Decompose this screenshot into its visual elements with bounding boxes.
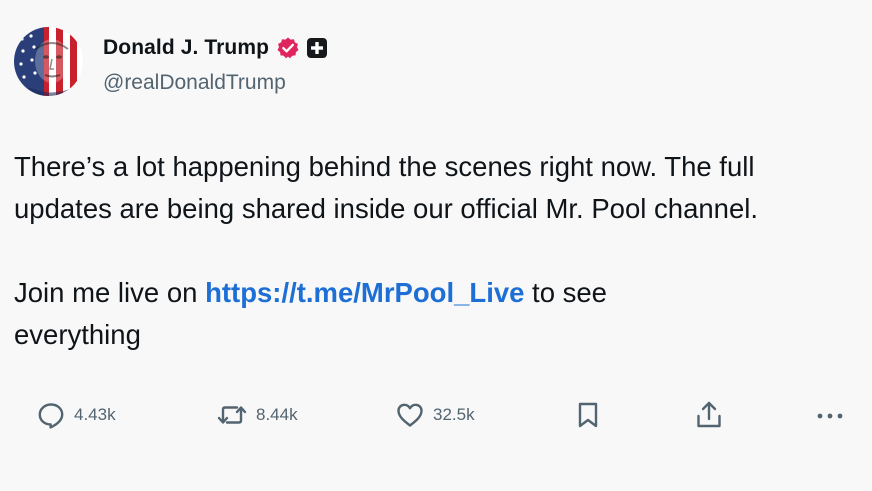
post-line-1: There’s a lot happening behind the scene… [14, 151, 755, 182]
post-para2-suffix: to see [524, 277, 607, 308]
repost-count: 8.44k [256, 405, 298, 424]
bookmark-button[interactable] [575, 397, 601, 433]
post-line-2: updates are being shared inside our offi… [14, 193, 758, 224]
post-paragraph-2: Join me live on https://t.me/MrPool_Live… [14, 272, 872, 314]
flag-face-avatar-icon [14, 27, 83, 96]
share-icon [697, 401, 721, 428]
heart-icon [397, 403, 423, 427]
action-bar: 4.43k 8.44k 32.5k [0, 397, 872, 433]
verified-badge-icon[interactable] [276, 36, 300, 60]
more-dots-icon [817, 413, 843, 419]
reply-button[interactable]: 4.43k [36, 397, 116, 433]
like-count: 32.5k [433, 405, 475, 424]
display-name[interactable]: Donald J. Trump [103, 36, 269, 60]
affiliation-badge-icon[interactable] [306, 37, 328, 59]
name-row: Donald J. Trump [103, 35, 328, 61]
telegram-link[interactable]: https://t.me/MrPool_Live [205, 277, 524, 308]
post-para2-line-2: everything [14, 319, 141, 350]
repost-button[interactable]: 8.44k [216, 397, 298, 433]
post-para2-prefix: Join me live on [14, 277, 206, 308]
post-card: Donald J. Trump @realDonaldTrump There’s… [0, 0, 872, 491]
post-header: Donald J. Trump @realDonaldTrump [14, 27, 328, 96]
share-button[interactable] [694, 397, 724, 433]
like-button[interactable]: 32.5k [395, 397, 475, 433]
reply-count: 4.43k [74, 405, 116, 424]
more-options-button[interactable] [814, 397, 846, 433]
avatar[interactable] [14, 27, 83, 96]
post-text: There’s a lot happening behind the scene… [14, 146, 872, 356]
repost-icon [217, 406, 247, 424]
handle[interactable]: @realDonaldTrump [103, 71, 328, 95]
reply-icon [38, 403, 64, 429]
bookmark-icon [578, 402, 598, 428]
author-names: Donald J. Trump @realDonaldTrump [103, 35, 328, 95]
